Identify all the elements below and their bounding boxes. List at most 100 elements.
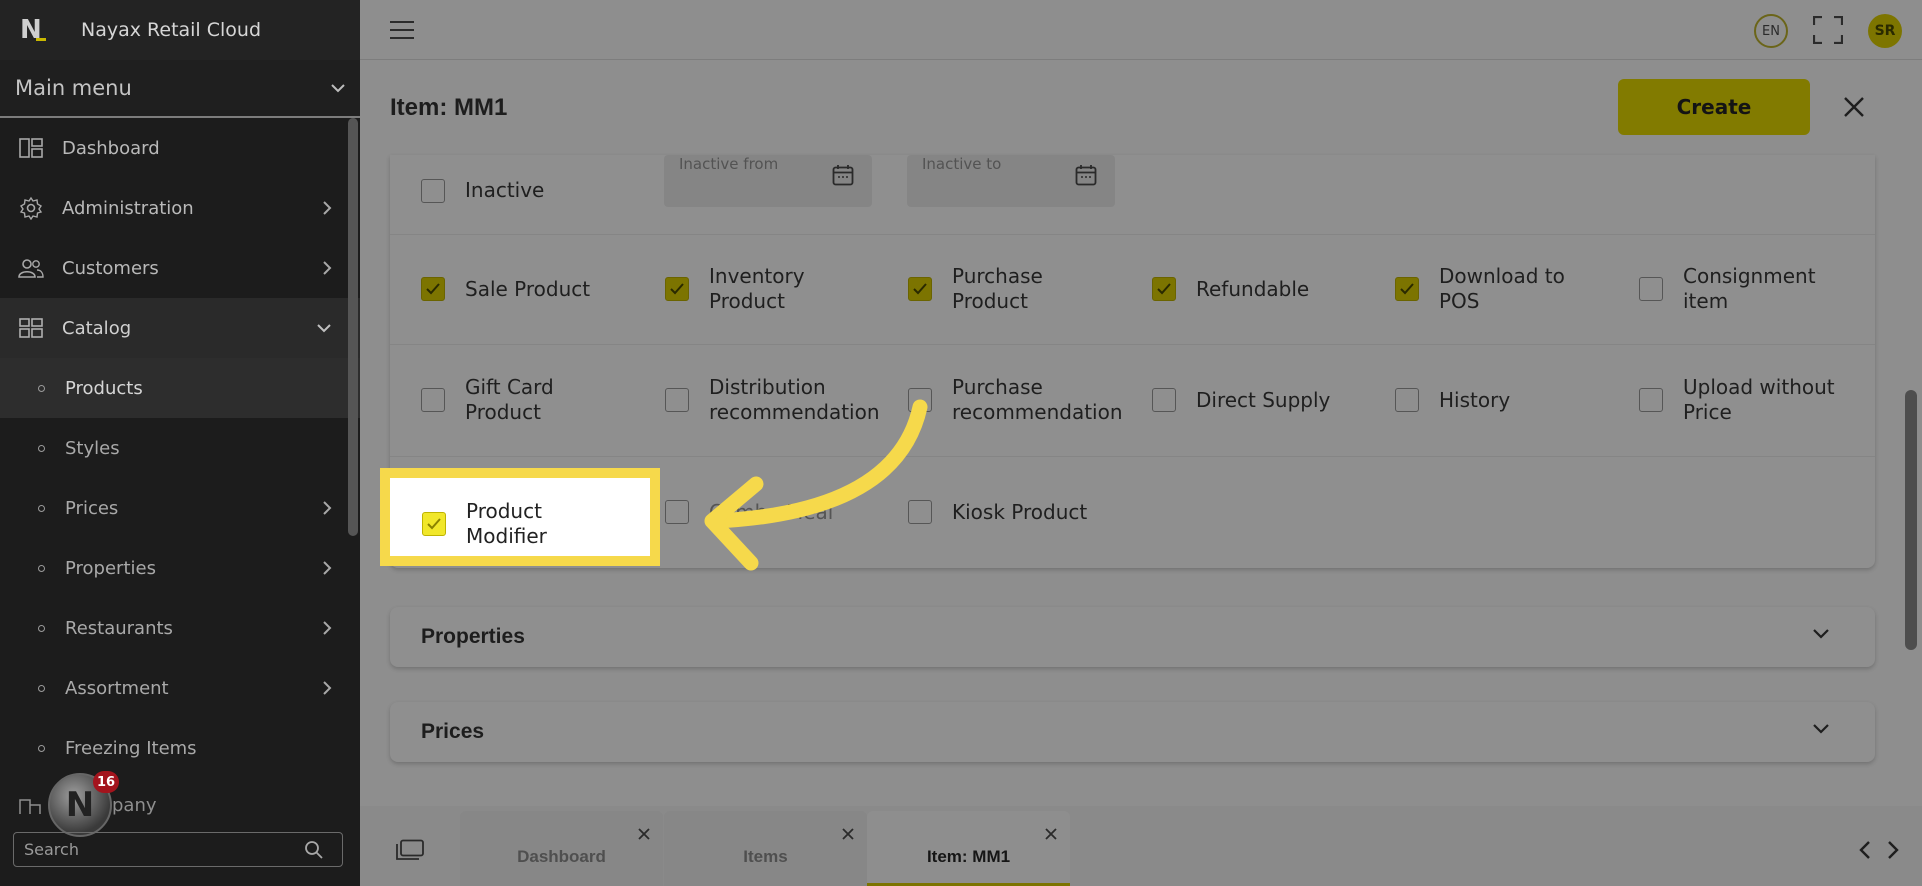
consignment-item-checkbox-field[interactable]: Consignment item — [1639, 264, 1859, 314]
tab-label: Item: MM1 — [926, 847, 1011, 866]
main-menu-toggle[interactable]: Main menu — [0, 60, 360, 118]
checkbox-label: History — [1439, 387, 1511, 412]
checkbox[interactable] — [421, 388, 445, 412]
gear-icon — [18, 196, 44, 220]
brand-header[interactable]: N Nayax Retail Cloud — [0, 0, 360, 60]
sidebar-item-dashboard[interactable]: Dashboard — [0, 118, 360, 178]
sidebar-subitem-products[interactable]: Products — [0, 358, 360, 418]
sidebar-subitem-assortment[interactable]: Assortment — [0, 658, 360, 718]
notification-badge: 16 — [93, 771, 119, 793]
user-avatar[interactable]: SR — [1868, 14, 1902, 48]
checkbox[interactable] — [1639, 277, 1663, 301]
sidebar-subitem-prices[interactable]: Prices — [0, 478, 360, 538]
content-scrollbar[interactable] — [1905, 390, 1917, 650]
language-switcher[interactable]: EN — [1754, 14, 1788, 48]
open-tabs-bar: Dashboard Items Item: MM1 — [360, 806, 1922, 886]
checkbox-label: Download to POS — [1439, 264, 1565, 313]
inactive-to-placeholder: Inactive to — [922, 155, 1002, 173]
checkbox-label: Inactive — [465, 178, 545, 202]
checkbox[interactable] — [665, 500, 689, 524]
upload-without-price-checkbox-field[interactable]: Upload without Price — [1639, 375, 1869, 425]
sidebar-item-label: Dashboard — [62, 137, 160, 159]
chevron-down-icon — [1813, 629, 1829, 639]
checkbox-label: Inventory Product — [709, 264, 805, 313]
chevron-right-icon — [323, 501, 332, 515]
tab-item-mm1[interactable]: Item: MM1 — [867, 811, 1070, 886]
close-icon[interactable] — [1840, 93, 1868, 121]
chevron-right-icon — [323, 201, 332, 215]
inactive-checkbox-field[interactable]: Inactive — [421, 178, 544, 203]
checkbox[interactable] — [421, 178, 445, 203]
checkbox-label: Consignment item — [1683, 264, 1816, 313]
chevron-left-icon[interactable] — [1858, 840, 1872, 860]
close-icon[interactable] — [637, 827, 651, 841]
checkbox[interactable] — [908, 277, 932, 301]
close-icon[interactable] — [1044, 827, 1058, 841]
inactive-from-field[interactable]: Inactive from — [664, 155, 872, 207]
sidebar-search-input[interactable] — [24, 840, 304, 859]
sidebar-subitem-freezing-items[interactable]: Freezing Items — [0, 718, 360, 778]
grid-icon — [18, 317, 44, 339]
checkbox[interactable] — [1395, 388, 1419, 412]
chevron-right-icon — [323, 621, 332, 635]
sidebar-subitem-properties[interactable]: Properties — [0, 538, 360, 598]
checkbox[interactable] — [665, 277, 689, 301]
properties-section[interactable]: Properties — [390, 607, 1875, 667]
search-icon[interactable] — [304, 840, 324, 860]
tab-dashboard[interactable]: Dashboard — [460, 811, 663, 886]
checkbox[interactable] — [422, 512, 446, 536]
create-button[interactable]: Create — [1618, 79, 1810, 135]
direct-supply-checkbox-field[interactable]: Direct Supply — [1152, 375, 1372, 425]
top-bar: EN SR — [360, 0, 1922, 60]
product-modifier-checkbox-field[interactable]: Product Modifier — [422, 499, 576, 549]
sidebar-subitem-styles[interactable]: Styles — [0, 418, 360, 478]
checkbox-label: Refundable — [1196, 276, 1310, 301]
checkbox[interactable] — [421, 277, 445, 301]
chevron-right-icon — [323, 561, 332, 575]
checkbox[interactable] — [1639, 388, 1663, 412]
checkbox[interactable] — [665, 388, 689, 412]
section-title: Properties — [421, 625, 525, 648]
sidebar-item-catalog[interactable]: Catalog — [0, 298, 360, 358]
inactive-row: Inactive Inactive from Inactive to — [390, 155, 1875, 235]
chevron-right-icon — [323, 261, 332, 275]
checkbox-label: Sale Product — [465, 276, 591, 301]
chevron-right-icon[interactable] — [1886, 840, 1900, 860]
calendar-icon[interactable] — [832, 164, 854, 186]
purchase-product-checkbox-field[interactable]: Purchase Product — [908, 264, 1108, 314]
hamburger-menu-icon[interactable] — [390, 21, 414, 39]
checkbox-label: Kiosk Product — [952, 499, 1088, 524]
sidebar-item-customers[interactable]: Customers — [0, 238, 360, 298]
sidebar-subitem-label: Assortment — [65, 677, 169, 699]
sidebar-subitem-restaurants[interactable]: Restaurants — [0, 598, 360, 658]
checkbox[interactable] — [1395, 277, 1419, 301]
sidebar-search — [13, 832, 343, 867]
bullet-icon — [38, 384, 45, 392]
bullet-icon — [38, 564, 45, 572]
brand-name: Nayax Retail Cloud — [81, 19, 262, 41]
checkbox[interactable] — [1152, 388, 1176, 412]
sidebar-item-administration[interactable]: Administration — [0, 178, 360, 238]
prices-section[interactable]: Prices — [390, 702, 1875, 762]
sidebar-scrollbar[interactable] — [348, 118, 358, 536]
inventory-product-checkbox-field[interactable]: Inventory Product — [665, 264, 865, 314]
users-icon — [18, 257, 44, 279]
fullscreen-icon[interactable] — [1813, 16, 1843, 44]
inactive-to-field[interactable]: Inactive to — [907, 155, 1115, 207]
windows-icon[interactable] — [395, 839, 425, 861]
history-checkbox-field[interactable]: History — [1395, 375, 1595, 425]
calendar-icon[interactable] — [1075, 164, 1097, 186]
sale-product-checkbox-field[interactable]: Sale Product — [421, 264, 641, 314]
sidebar-nav: Dashboard Administration Customers Catal… — [0, 118, 360, 778]
download-to-pos-checkbox-field[interactable]: Download to POS — [1395, 264, 1595, 314]
tab-items[interactable]: Items — [664, 811, 867, 886]
close-icon[interactable] — [841, 827, 855, 841]
chevron-down-icon — [331, 84, 345, 93]
gift-card-product-checkbox-field[interactable]: Gift Card Product — [421, 375, 641, 425]
refundable-checkbox-field[interactable]: Refundable — [1152, 264, 1352, 314]
flags-row-1: Sale Product Inventory Product Purchase … — [390, 235, 1875, 345]
checkbox[interactable] — [1152, 277, 1176, 301]
sidebar-subitem-label: Freezing Items — [65, 737, 197, 759]
checkbox-label: Product Modifier — [466, 499, 547, 548]
dashboard-icon — [18, 137, 44, 159]
